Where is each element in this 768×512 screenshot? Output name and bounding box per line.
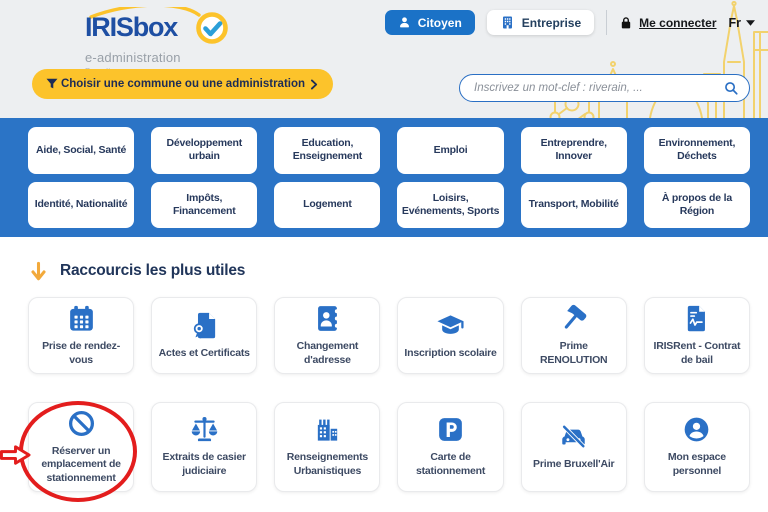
category-button[interactable]: Environnement, Déchets [644, 127, 750, 174]
shortcut-grid: Prise de rendez-vous Actes et Certificats… [28, 297, 750, 492]
logo-subtitle: e-administration [85, 50, 261, 65]
shortcut-card-highlighted[interactable]: Réserver un emplacement de stationnement [28, 402, 134, 492]
shortcut-label: Réserver un emplacement de stationnement [34, 445, 128, 486]
car-crossed-icon [559, 422, 588, 451]
category-button[interactable]: Entreprendre, Innover [521, 127, 627, 174]
shortcuts-header: Raccourcis les plus utiles [30, 258, 768, 284]
shortcut-label: Actes et Certificats [159, 347, 250, 361]
category-button[interactable]: Emploi [397, 127, 503, 174]
shortcut-card[interactable]: Actes et Certificats [151, 297, 257, 374]
checkmark-circle-icon [199, 15, 226, 42]
no-parking-icon [67, 409, 96, 438]
shortcut-card[interactable]: Prise de rendez-vous [28, 297, 134, 374]
irisbox-logo-mark: IRISbox [85, 7, 261, 47]
calendar-icon [67, 304, 96, 333]
citoyen-button[interactable]: Citoyen [385, 10, 475, 35]
shortcut-card[interactable]: IRISRent - Contrat de bail [644, 297, 750, 374]
down-arrow-icon [30, 260, 47, 283]
category-button[interactable]: Education, Enseignement [274, 127, 380, 174]
building-icon [500, 15, 515, 30]
shortcut-label: Extraits de casier judiciaire [157, 451, 251, 478]
shortcut-label: IRISRent - Contrat de bail [650, 340, 744, 367]
search-icon[interactable] [723, 80, 739, 96]
user-circle-icon [682, 415, 711, 444]
choose-commune-label: Choisir une commune ou une administratio… [59, 78, 307, 90]
graduation-cap-icon [436, 311, 465, 340]
shortcut-label: Mon espace personnel [650, 451, 744, 478]
header-divider [606, 10, 607, 35]
irisbox-logo[interactable]: IRISbox e-administration Paradigm [85, 7, 261, 76]
category-button[interactable]: Identité, Nationalité [28, 182, 134, 229]
parking-sign-icon [436, 415, 465, 444]
choose-commune-button[interactable]: Choisir une commune ou une administratio… [32, 69, 333, 99]
header: IRISbox e-administration Paradigm Citoye… [0, 0, 768, 118]
shortcut-label: Prime RENOLUTION [527, 340, 621, 367]
category-button[interactable]: Loisirs, Evénements, Sports [397, 182, 503, 229]
shortcut-label: Changement d'adresse [280, 340, 374, 367]
shortcut-label: Inscription scolaire [404, 347, 496, 361]
category-button[interactable]: À propos de la Région [644, 182, 750, 229]
logo-title: IRISbox [85, 12, 178, 42]
search-bar [459, 74, 750, 102]
category-button[interactable]: Logement [274, 182, 380, 229]
shortcut-card[interactable]: Mon espace personnel [644, 402, 750, 492]
scales-icon [190, 415, 219, 444]
language-selector[interactable]: Fr [729, 16, 756, 30]
person-icon [398, 16, 411, 29]
login-label: Me connecter [639, 16, 716, 30]
category-button[interactable]: Développement urbain [151, 127, 257, 174]
language-label: Fr [729, 16, 742, 30]
shortcut-card[interactable]: Prime Bruxell'Air [521, 402, 627, 492]
address-book-icon [313, 304, 342, 333]
entreprise-button[interactable]: Entreprise [487, 10, 594, 35]
filter-icon [45, 77, 59, 91]
search-input[interactable] [474, 82, 723, 94]
contract-icon [682, 304, 711, 333]
shortcut-card[interactable]: Prime RENOLUTION [521, 297, 627, 374]
shortcuts-heading: Raccourcis les plus utiles [60, 262, 245, 280]
citoyen-label: Citoyen [418, 16, 462, 30]
shortcut-label: Prise de rendez-vous [34, 340, 128, 367]
shortcut-card[interactable]: Changement d'adresse [274, 297, 380, 374]
shortcut-card[interactable]: Renseignements Urbanistiques [274, 402, 380, 492]
lock-icon [619, 16, 633, 30]
shortcut-card[interactable]: Extraits de casier judiciaire [151, 402, 257, 492]
shortcut-label: Carte de stationnement [403, 451, 497, 478]
category-button[interactable]: Aide, Social, Santé [28, 127, 134, 174]
annotation-arrow-icon [0, 444, 31, 466]
entreprise-label: Entreprise [522, 16, 581, 30]
category-button[interactable]: Transport, Mobilité [521, 182, 627, 229]
chevron-right-icon [307, 78, 320, 91]
shortcut-card[interactable]: Inscription scolaire [397, 297, 503, 374]
buildings-icon [313, 415, 342, 444]
header-actions: Citoyen Entreprise Me connecter Fr [385, 10, 755, 35]
hammer-icon [559, 304, 588, 333]
category-grid: Aide, Social, Santé Développement urbain E… [0, 118, 768, 237]
irisbox-homepage: IRISbox e-administration Paradigm Citoye… [0, 0, 768, 512]
shortcut-card[interactable]: Carte de stationnement [397, 402, 503, 492]
caret-down-icon [746, 20, 755, 26]
shortcut-label: Renseignements Urbanistiques [280, 451, 374, 478]
shortcut-label: Prime Bruxell'Air [533, 458, 614, 472]
certificate-icon [190, 311, 219, 340]
login-link[interactable]: Me connecter [619, 16, 716, 30]
category-button[interactable]: Impôts, Financement [151, 182, 257, 229]
